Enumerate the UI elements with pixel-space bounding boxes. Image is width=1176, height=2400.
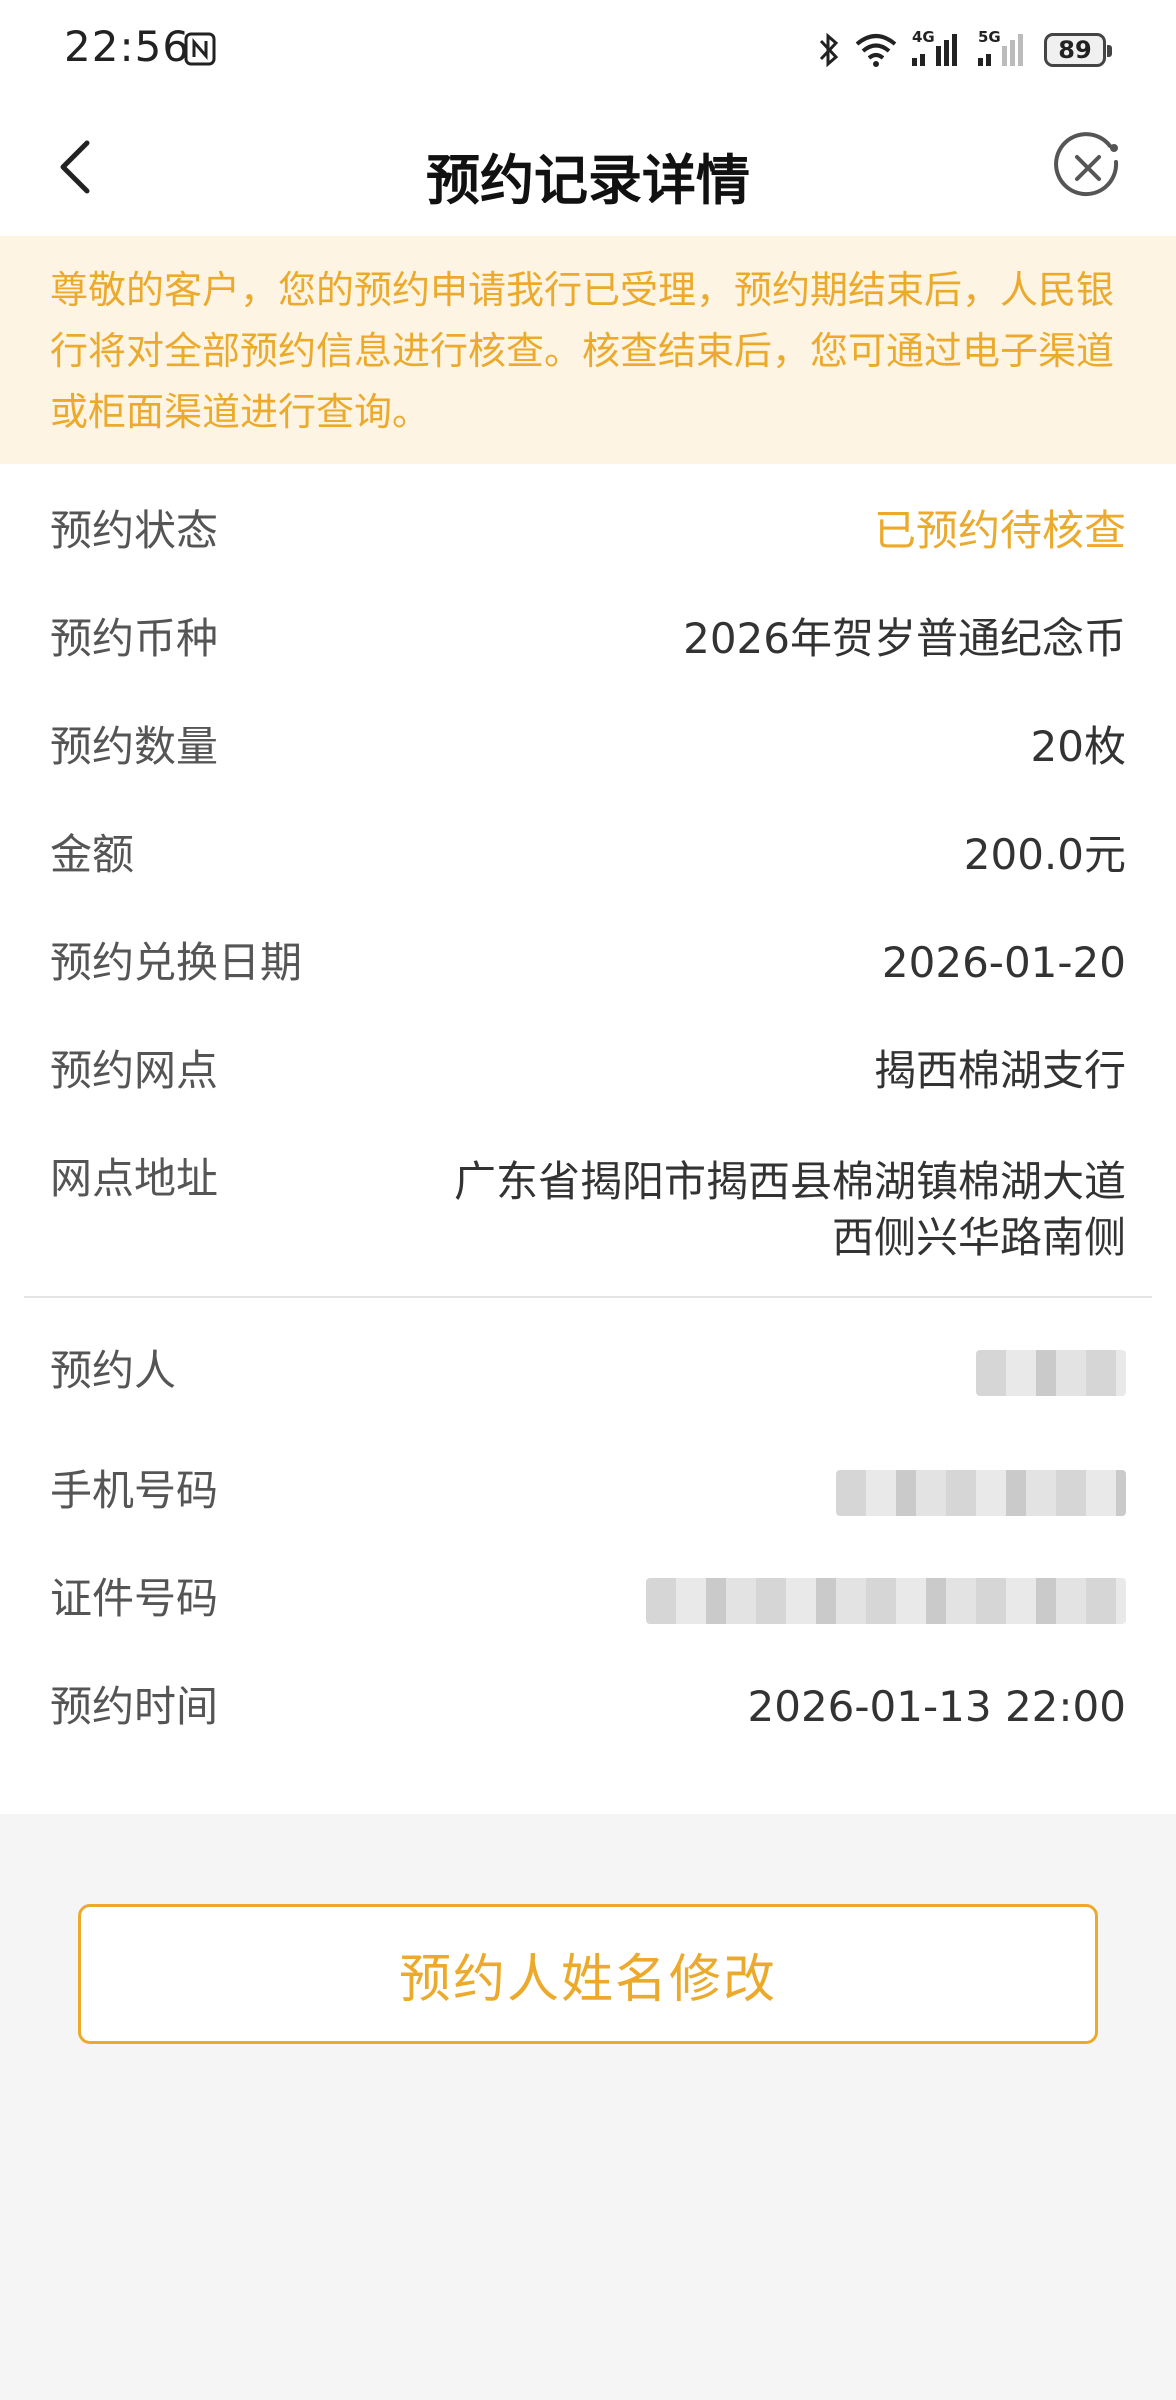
action-area: 预约人姓名修改: [0, 1814, 1176, 2044]
detail-row-branch: 预约网点 揭西棉湖支行: [0, 1014, 1176, 1122]
notice-banner: 尊敬的客户，您的预约申请我行已受理，预约期结束后，人民银行将对全部预约信息进行核…: [0, 236, 1176, 464]
reserver-value-blurred: [976, 1350, 1126, 1396]
status-label: 预约状态: [50, 506, 219, 555]
nfc-icon: [184, 32, 216, 66]
signal-5g-label: 5G: [978, 28, 1001, 46]
wifi-icon: [855, 34, 897, 67]
page-title: 预约记录详情: [426, 149, 750, 212]
amount-value: 200.0元: [963, 830, 1126, 879]
battery-level: 89: [1058, 36, 1092, 64]
signal-4g-icon: 4G: [912, 28, 964, 68]
detail-row-time: 预约时间 2026-01-13 22:00: [0, 1650, 1176, 1758]
battery-icon: 89: [1044, 33, 1112, 67]
phone-label: 手机号码: [50, 1466, 219, 1515]
status-value: 已预约待核查: [873, 506, 1126, 555]
nav-bar: 预约记录详情: [0, 100, 1176, 236]
detail-row-date: 预约兑换日期 2026-01-20: [0, 906, 1176, 1014]
status-time: 22:56: [64, 22, 191, 71]
address-label: 网点地址: [50, 1154, 219, 1203]
signal-5g-icon: 5G: [978, 28, 1030, 68]
bluetooth-icon: [819, 32, 839, 68]
reserver-label: 预约人: [50, 1346, 177, 1395]
exchange-date-label: 预约兑换日期: [50, 938, 303, 987]
branch-value: 揭西棉湖支行: [873, 1046, 1126, 1095]
exchange-date-value: 2026-01-20: [881, 938, 1126, 987]
phone-value-blurred: [836, 1470, 1126, 1516]
detail-row-currency: 预约币种 2026年贺岁普通纪念币: [0, 582, 1176, 690]
reservation-details: 预约状态 已预约待核查 预约币种 2026年贺岁普通纪念币 预约数量 20枚 金…: [0, 464, 1176, 1814]
reserve-time-value: 2026-01-13 22:00: [747, 1682, 1126, 1731]
detail-row-reserver: 预约人: [0, 1326, 1176, 1434]
currency-value: 2026年贺岁普通纪念币: [683, 614, 1126, 663]
detail-row-address: 网点地址 广东省揭阳市揭西县棉湖镇棉湖大道西侧兴华路南侧: [0, 1122, 1176, 1266]
quantity-value: 20枚: [1030, 722, 1126, 771]
quantity-label: 预约数量: [50, 722, 219, 771]
detail-row-phone: 手机号码: [0, 1434, 1176, 1542]
id-number-value-blurred: [646, 1578, 1126, 1624]
detail-row-amount: 金额 200.0元: [0, 798, 1176, 906]
divider: [24, 1296, 1152, 1298]
branch-label: 预约网点: [50, 1046, 219, 1095]
id-number-label: 证件号码: [50, 1574, 219, 1623]
detail-row-status: 预约状态 已预约待核查: [0, 474, 1176, 582]
address-value: 广东省揭阳市揭西县棉湖镇棉湖大道西侧兴华路南侧: [453, 1157, 1126, 1262]
detail-row-quantity: 预约数量 20枚: [0, 690, 1176, 798]
detail-row-id: 证件号码: [0, 1542, 1176, 1650]
reserve-time-label: 预约时间: [50, 1682, 219, 1731]
amount-label: 金额: [50, 830, 135, 879]
status-icons: 4G 5G 89: [818, 26, 1112, 74]
status-bar: 22:56 4G 5G 89: [0, 0, 1176, 100]
details-bottom-padding: [0, 1758, 1176, 1814]
close-icon[interactable]: [1052, 132, 1124, 204]
signal-4g-label: 4G: [912, 28, 935, 46]
edit-reserver-name-button[interactable]: 预约人姓名修改: [78, 1904, 1098, 2044]
notice-text: 尊敬的客户，您的预约申请我行已受理，预约期结束后，人民银行将对全部预约信息进行核…: [50, 268, 1115, 434]
currency-label: 预约币种: [50, 614, 219, 663]
